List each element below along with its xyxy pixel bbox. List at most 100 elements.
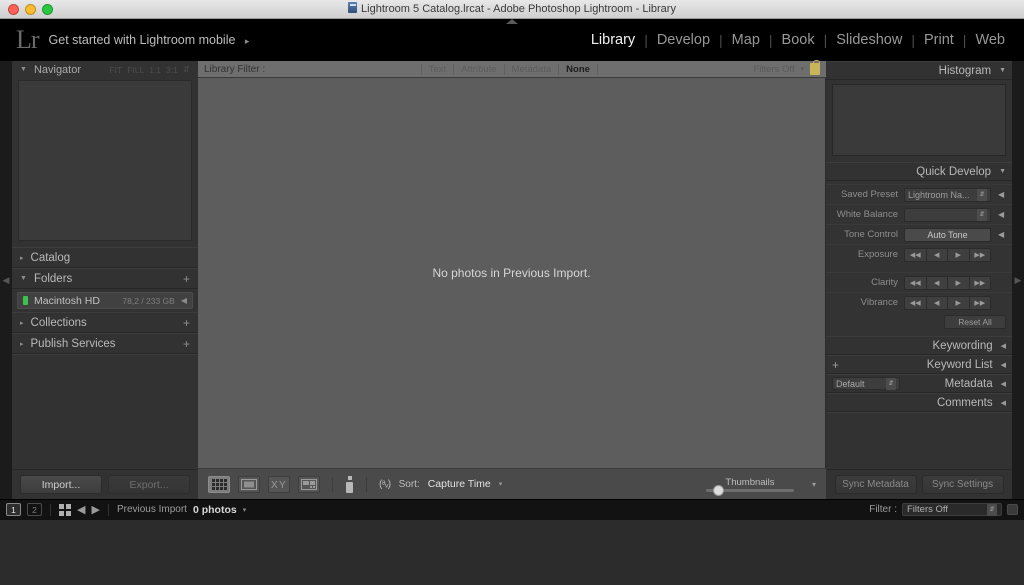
exposure-stepper[interactable]: ◀◀ ◀ ▶ ▶▶ [904, 247, 991, 262]
add-collection-icon[interactable]: + [183, 316, 190, 330]
metadata-header[interactable]: Default ⇵ Metadata ◀ [826, 374, 1012, 393]
right-panel-toggle[interactable]: ▶ [1012, 61, 1024, 499]
comments-header[interactable]: Comments ◀ [826, 393, 1012, 412]
chevron-down-icon[interactable]: ▾ [243, 506, 247, 514]
chevron-left-icon[interactable]: ◀ [998, 210, 1006, 219]
sidebar-item-folders[interactable]: ▼ Folders + [12, 268, 198, 289]
metadata-preset-dropdown[interactable]: Default ⇵ [832, 377, 900, 390]
navigate-forward-icon[interactable]: ▶ [91, 503, 99, 516]
module-slideshow[interactable]: Slideshow [827, 32, 911, 48]
auto-tone-button[interactable]: Auto Tone [904, 227, 991, 242]
close-window-button[interactable] [8, 3, 19, 15]
triangle-down-icon[interactable]: ▼ [20, 275, 27, 282]
white-balance-dropdown[interactable]: ⇵ [904, 207, 991, 222]
top-panel-toggle-arrow[interactable] [506, 19, 518, 24]
updown-stepper-icon[interactable]: ⇵ [183, 64, 190, 75]
module-web[interactable]: Web [966, 32, 1014, 48]
grid-view-area[interactable]: No photos in Previous Import. [198, 78, 826, 468]
left-panel-toggle[interactable]: ◀ [0, 61, 12, 499]
module-book[interactable]: Book [773, 32, 824, 48]
increase-small-button[interactable]: ▶ [948, 248, 970, 261]
navigate-back-icon[interactable]: ◀ [77, 503, 85, 516]
triangle-down-icon[interactable]: ▼ [999, 168, 1006, 175]
module-library[interactable]: Library [582, 32, 644, 48]
filter-tab-none[interactable]: None [558, 63, 598, 75]
triangle-down-icon[interactable]: ▼ [20, 66, 27, 73]
import-button[interactable]: Import... [20, 475, 102, 494]
minimize-window-button[interactable] [25, 3, 36, 15]
grid-layout-icon[interactable] [59, 503, 71, 516]
chevron-left-icon[interactable]: ◀ [998, 230, 1006, 239]
add-publish-service-icon[interactable]: + [183, 337, 190, 351]
navigator-preview[interactable] [18, 80, 192, 241]
thumbnail-size-slider[interactable] [705, 484, 794, 496]
filmstrip-toggle-button[interactable] [1007, 504, 1018, 515]
zoom-fill[interactable]: FILL [127, 65, 144, 75]
loupe-view-icon[interactable] [238, 475, 260, 493]
slider-knob[interactable] [713, 484, 725, 496]
filter-tab-attribute[interactable]: Attribute [453, 63, 503, 75]
chevron-left-icon[interactable]: ◀ [181, 296, 187, 305]
toolbar-options-caret-icon[interactable]: ▾ [812, 480, 816, 489]
decrease-small-button[interactable]: ◀ [926, 296, 948, 309]
navigator-header[interactable]: ▼ Navigator FIT FILL 1:1 3:1 ⇵ [12, 61, 198, 78]
sort-caret-icon[interactable]: ▾ [499, 480, 503, 488]
sidebar-item-collections[interactable]: ▸ Collections + [12, 312, 198, 333]
export-button[interactable]: Export... [108, 475, 190, 494]
window-controls[interactable] [0, 3, 53, 15]
grid-view-icon[interactable] [208, 475, 230, 493]
chevron-left-icon[interactable]: ◀ [1001, 342, 1006, 350]
filter-tab-text[interactable]: Text [420, 63, 453, 75]
screen-1-button[interactable]: 1 [6, 503, 21, 516]
triangle-down-icon[interactable]: ▼ [999, 67, 1006, 74]
quick-develop-header[interactable]: Quick Develop ▼ [826, 162, 1012, 181]
decrease-large-button[interactable]: ◀◀ [905, 276, 927, 289]
sidebar-item-catalog[interactable]: ▸ Catalog [12, 247, 198, 268]
chevron-down-icon[interactable]: ▾ [800, 65, 804, 73]
lightroom-logo[interactable]: Lr [8, 27, 49, 53]
get-started-link[interactable]: Get started with Lightroom mobile ▸ [49, 33, 250, 47]
add-keyword-icon[interactable]: + [832, 358, 839, 372]
a-z-sort-icon[interactable]: (ᵃᵥ) [379, 479, 391, 490]
chevron-left-icon[interactable]: ◀ [998, 190, 1006, 199]
maximize-window-button[interactable] [42, 3, 53, 15]
filters-off-label[interactable]: Filters Off [753, 64, 794, 75]
keywording-header[interactable]: Keywording ◀ [826, 336, 1012, 355]
compare-view-icon[interactable]: X Y [268, 475, 290, 493]
triangle-right-icon[interactable]: ▸ [20, 254, 24, 262]
increase-small-button[interactable]: ▶ [948, 296, 970, 309]
decrease-large-button[interactable]: ◀◀ [905, 296, 927, 309]
sort-value[interactable]: Capture Time [428, 478, 491, 490]
lock-icon[interactable] [810, 60, 820, 75]
add-folder-icon[interactable]: + [183, 272, 190, 286]
vibrance-stepper[interactable]: ◀◀ ◀ ▶ ▶▶ [904, 295, 991, 310]
folder-volume-macintosh-hd[interactable]: Macintosh HD 78,2 / 233 GB ◀ [17, 292, 193, 309]
decrease-small-button[interactable]: ◀ [926, 276, 948, 289]
increase-large-button[interactable]: ▶▶ [969, 296, 990, 309]
triangle-right-icon[interactable]: ▸ [20, 319, 24, 327]
survey-view-icon[interactable] [298, 475, 320, 493]
chevron-left-icon[interactable]: ◀ [1001, 361, 1006, 369]
spray-can-icon[interactable] [345, 475, 354, 493]
zoom-3to1[interactable]: 3:1 [166, 65, 178, 75]
zoom-1to1[interactable]: 1:1 [149, 65, 161, 75]
sync-settings-button[interactable]: Sync Settings [921, 475, 1004, 494]
increase-small-button[interactable]: ▶ [948, 276, 970, 289]
triangle-right-icon[interactable]: ▸ [20, 340, 24, 348]
chevron-left-icon[interactable]: ◀ [1001, 380, 1006, 388]
module-map[interactable]: Map [723, 32, 769, 48]
decrease-small-button[interactable]: ◀ [926, 248, 948, 261]
module-print[interactable]: Print [915, 32, 963, 48]
filter-tab-metadata[interactable]: Metadata [503, 63, 559, 75]
filmstrip-thumbnails-area[interactable] [0, 519, 1024, 585]
decrease-large-button[interactable]: ◀◀ [905, 248, 927, 261]
reset-all-button[interactable]: Reset All [944, 315, 1006, 329]
screen-2-button[interactable]: 2 [27, 503, 42, 516]
chevron-left-icon[interactable]: ◀ [1001, 399, 1006, 407]
clarity-stepper[interactable]: ◀◀ ◀ ▶ ▶▶ [904, 275, 991, 290]
histogram-display[interactable] [832, 84, 1006, 156]
zoom-fit[interactable]: FIT [109, 65, 122, 75]
histogram-header[interactable]: Histogram ▼ [826, 61, 1012, 80]
keyword-list-header[interactable]: + Keyword List ◀ [826, 355, 1012, 374]
saved-preset-dropdown[interactable]: Lightroom Na... ⇵ [904, 187, 991, 202]
